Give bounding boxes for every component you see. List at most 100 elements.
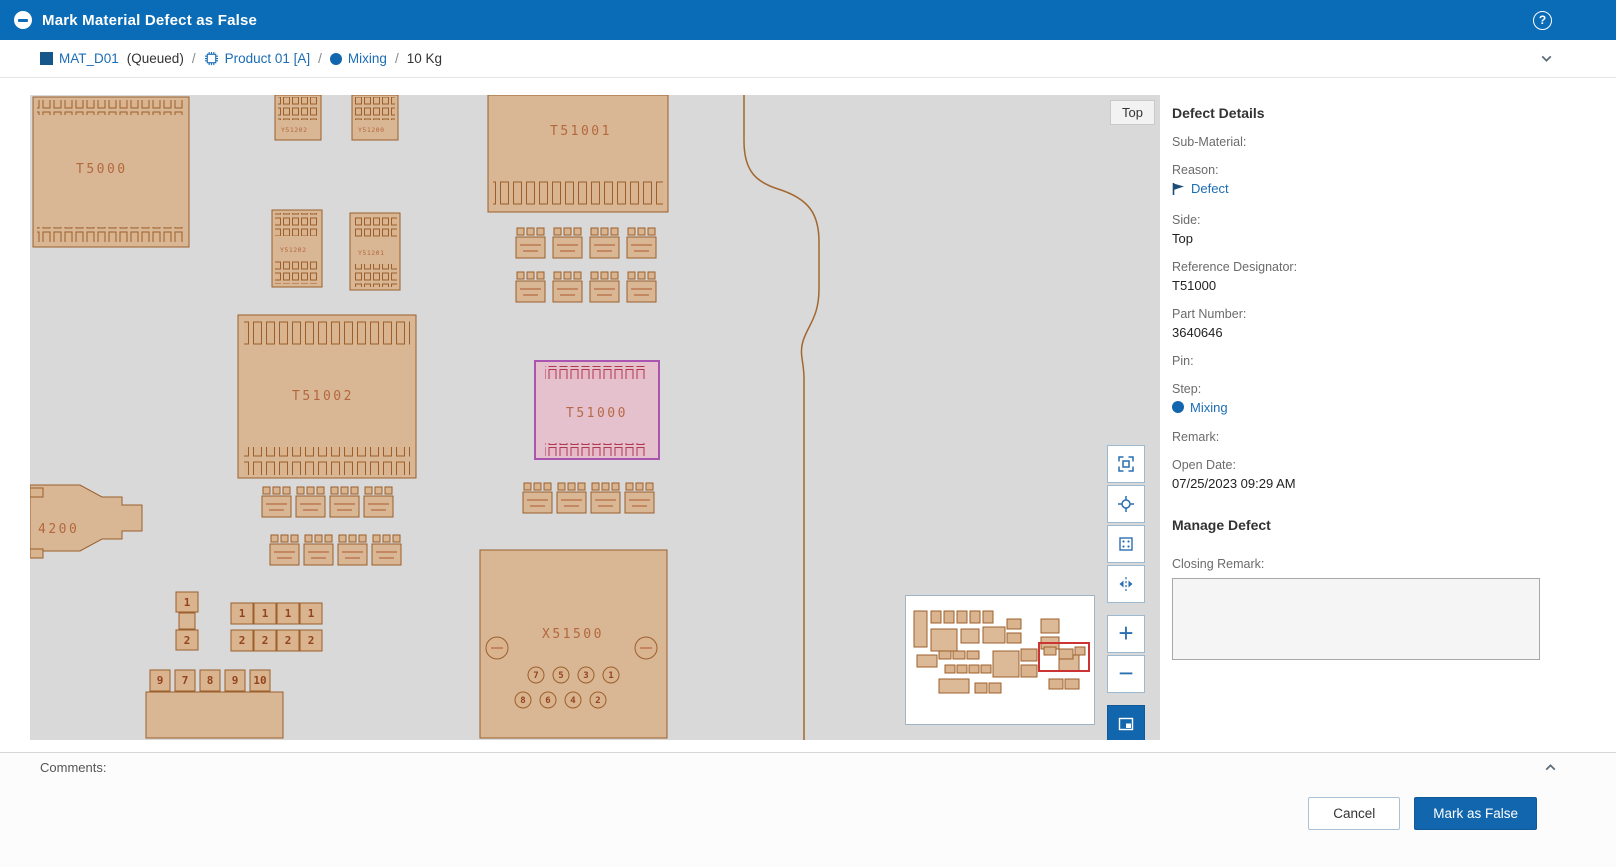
breadcrumb-separator: / bbox=[395, 51, 399, 66]
breadcrumb: MAT_D01 (Queued) / Product 01 [A] / Mixi… bbox=[0, 40, 1616, 78]
svg-text:1: 1 bbox=[239, 607, 246, 620]
open-date-value: 07/25/2023 09:29 AM bbox=[1172, 476, 1540, 491]
component-t5000: T5000 bbox=[33, 97, 189, 247]
svg-text:4200: 4200 bbox=[38, 522, 79, 537]
cancel-button[interactable]: Cancel bbox=[1308, 797, 1400, 830]
reference-designator-label: Reference Designator: bbox=[1172, 260, 1540, 274]
closing-remark-input[interactable] bbox=[1172, 578, 1540, 660]
svg-text:Y51202: Y51202 bbox=[281, 126, 307, 134]
breadcrumb-step-link[interactable]: Mixing bbox=[330, 51, 387, 66]
minimap-toggle-button[interactable] bbox=[1107, 705, 1145, 740]
svg-text:10: 10 bbox=[253, 674, 266, 687]
component-y51201: Y51201 bbox=[350, 213, 400, 290]
svg-text:4: 4 bbox=[570, 696, 576, 706]
mark-as-false-button[interactable]: Mark as False bbox=[1414, 797, 1537, 830]
component-t51001: T51001 bbox=[488, 95, 668, 212]
svg-text:T5000: T5000 bbox=[76, 162, 128, 177]
chevron-up-icon[interactable] bbox=[1543, 760, 1558, 775]
minimap-icon bbox=[1117, 715, 1135, 733]
step-icon bbox=[330, 53, 342, 65]
fit-to-screen-button[interactable] bbox=[1107, 445, 1145, 483]
svg-text:1: 1 bbox=[308, 607, 315, 620]
center-selection-button[interactable] bbox=[1107, 485, 1145, 523]
component-y51202: Y51202 bbox=[275, 95, 321, 140]
svg-text:8: 8 bbox=[520, 696, 525, 706]
comments-label: Comments: bbox=[40, 760, 106, 775]
comments-section-header[interactable]: Comments: bbox=[0, 752, 1616, 782]
minimap-board bbox=[909, 599, 1091, 721]
svg-text:5: 5 bbox=[558, 671, 563, 681]
viewer-toolbar: + − bbox=[1107, 445, 1145, 740]
svg-text:T51000: T51000 bbox=[566, 406, 628, 421]
sub-material-label: Sub-Material: bbox=[1172, 135, 1540, 149]
material-quantity: 10 Kg bbox=[407, 51, 442, 66]
reason-value-link[interactable]: Defect bbox=[1172, 181, 1229, 196]
step-name: Mixing bbox=[348, 51, 387, 66]
svg-text:T51002: T51002 bbox=[292, 389, 354, 404]
material-status: (Queued) bbox=[127, 51, 184, 66]
svg-text:Y51200: Y51200 bbox=[358, 126, 384, 134]
defect-component-t51000[interactable]: T51000 bbox=[535, 361, 659, 459]
remark-label: Remark: bbox=[1172, 430, 1540, 444]
step-label: Step: bbox=[1172, 382, 1540, 396]
svg-text:9: 9 bbox=[232, 674, 239, 687]
reason-value: Defect bbox=[1191, 181, 1229, 196]
svg-text:7: 7 bbox=[533, 671, 538, 681]
svg-text:T51001: T51001 bbox=[550, 124, 612, 139]
svg-text:2: 2 bbox=[239, 634, 246, 647]
svg-text:2: 2 bbox=[285, 634, 292, 647]
svg-text:2: 2 bbox=[184, 634, 191, 647]
title-bar: Mark Material Defect as False ? bbox=[0, 0, 1616, 40]
small-components bbox=[262, 487, 401, 565]
defect-details-panel: Defect Details Sub-Material: Reason: Def… bbox=[1160, 95, 1616, 663]
pin-label: Pin: bbox=[1172, 354, 1540, 368]
crosshair-icon bbox=[1117, 495, 1135, 513]
small-components bbox=[523, 483, 654, 513]
flip-horizontal-button[interactable] bbox=[1107, 565, 1145, 603]
reference-designator-value: T51000 bbox=[1172, 278, 1540, 293]
numbered-component-bottom: 9 7 8 9 10 bbox=[146, 670, 283, 738]
step-value-link[interactable]: Mixing bbox=[1172, 400, 1228, 415]
part-number-value: 3640646 bbox=[1172, 325, 1540, 340]
pcb-viewer[interactable]: T5000 Y51202 Y51200 Y51202 bbox=[30, 95, 1160, 740]
component-y51200: Y51200 bbox=[352, 95, 398, 140]
side-label: Side: bbox=[1172, 213, 1540, 227]
svg-text:2: 2 bbox=[308, 634, 315, 647]
main-area: T5000 Y51202 Y51200 Y51202 bbox=[0, 78, 1616, 740]
component-x51500: X51500 7 5 3 1 8 6 4 2 bbox=[480, 550, 667, 738]
zoom-in-button[interactable]: + bbox=[1107, 615, 1145, 653]
breadcrumb-separator: / bbox=[192, 51, 196, 66]
svg-text:1: 1 bbox=[608, 671, 613, 681]
component-t51002: T51002 bbox=[238, 315, 416, 478]
svg-text:2: 2 bbox=[262, 634, 269, 647]
step-icon bbox=[1172, 401, 1184, 413]
svg-text:Y51201: Y51201 bbox=[358, 249, 384, 257]
svg-text:1: 1 bbox=[285, 607, 292, 620]
breadcrumb-product-link[interactable]: Product 01 [A] bbox=[204, 51, 311, 66]
svg-text:6: 6 bbox=[545, 696, 550, 706]
material-icon bbox=[40, 52, 53, 65]
svg-text:2: 2 bbox=[595, 696, 600, 706]
side-badge: Top bbox=[1110, 100, 1155, 125]
numbered-component: 1 2 bbox=[176, 592, 198, 650]
svg-text:1: 1 bbox=[262, 607, 269, 620]
zoom-out-button[interactable]: − bbox=[1107, 655, 1145, 693]
help-icon[interactable]: ? bbox=[1533, 11, 1552, 30]
chevron-down-icon[interactable] bbox=[1539, 51, 1554, 66]
open-date-label: Open Date: bbox=[1172, 458, 1540, 472]
region-zoom-button[interactable] bbox=[1107, 525, 1145, 563]
mark-false-icon bbox=[14, 11, 32, 29]
flip-horizontal-icon bbox=[1117, 575, 1135, 593]
reason-label: Reason: bbox=[1172, 163, 1540, 177]
defect-details-title: Defect Details bbox=[1172, 105, 1540, 121]
svg-text:9: 9 bbox=[157, 674, 164, 687]
fit-to-screen-icon bbox=[1117, 455, 1135, 473]
region-select-icon bbox=[1117, 535, 1135, 553]
breadcrumb-separator: / bbox=[318, 51, 322, 66]
manage-defect-title: Manage Defect bbox=[1172, 517, 1540, 533]
component-y51202b: Y51202 bbox=[272, 210, 322, 287]
closing-remark-label: Closing Remark: bbox=[1172, 557, 1540, 571]
svg-text:1: 1 bbox=[184, 596, 191, 609]
breadcrumb-material-link[interactable]: MAT_D01 bbox=[40, 51, 119, 66]
minimap[interactable] bbox=[905, 595, 1095, 725]
